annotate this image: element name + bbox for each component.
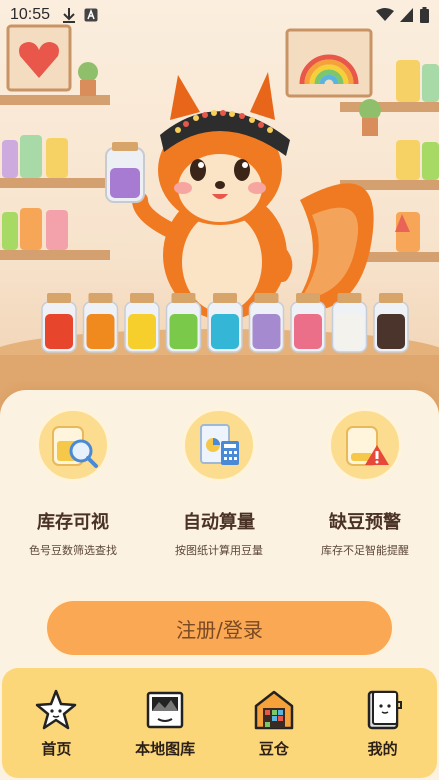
bead-jar (124, 293, 160, 353)
feature-inventory-badge (36, 408, 110, 482)
feature-subtitle: 库存不足智能提醒 (321, 544, 409, 557)
jar-search-icon (52, 426, 98, 468)
bottom-tab-bar: 首页 本地图库 豆仓 我的 (2, 668, 437, 778)
star-icon (36, 689, 77, 730)
feature-title: 缺豆预警 (329, 512, 401, 533)
feature-shortage-alert: 缺豆预警 库存不足智能提醒 (292, 408, 438, 558)
tab-home[interactable]: 首页 (6, 688, 106, 778)
register-login-button[interactable]: 注册/登录 (44, 598, 395, 658)
jar-row (41, 293, 409, 353)
bead-jar (290, 293, 326, 353)
tab-label: 我的 (367, 740, 398, 758)
feature-subtitle: 色号豆数筛选查找 (29, 544, 117, 557)
hero-illustration (0, 0, 439, 420)
tab-label: 豆仓 (258, 740, 289, 758)
download-icon (63, 8, 76, 23)
tab-label: 首页 (41, 740, 72, 758)
wifi-icon (376, 8, 394, 21)
feature-auto-calc: 自动算量 按图纸计算用豆量 (146, 408, 292, 558)
jar-warning-icon (346, 426, 389, 466)
notification-a-icon (84, 8, 98, 22)
feature-subtitle: 按图纸计算用豆量 (175, 544, 263, 557)
feature-shortage-alert-badge (328, 408, 402, 482)
feature-title: 自动算量 (183, 512, 255, 533)
tab-mine[interactable]: 我的 (333, 688, 433, 778)
bead-jar (41, 293, 77, 353)
battery-icon (420, 7, 429, 23)
tab-label: 本地图库 (135, 740, 196, 758)
bead-jar (331, 293, 368, 353)
heart-frame-icon (6, 24, 72, 92)
feature-title: 库存可视 (37, 512, 109, 533)
tab-bean-warehouse[interactable]: 豆仓 (224, 688, 324, 778)
tab-local-gallery[interactable]: 本地图库 (115, 688, 215, 778)
squirrel-mascot-icon (105, 72, 374, 320)
feature-auto-calc-badge (182, 408, 256, 482)
status-bar: 10:55 (0, 0, 439, 30)
bead-jar (165, 293, 202, 353)
gallery-icon (146, 691, 184, 729)
rainbow-frame-icon (285, 28, 373, 98)
bead-jar (82, 293, 119, 353)
bead-jar (207, 293, 243, 353)
bead-jar (248, 293, 285, 353)
hero-scene (0, 24, 439, 420)
profile-book-icon (367, 690, 402, 730)
warehouse-icon (254, 690, 294, 730)
feature-inventory: 库存可视 色号豆数筛选查找 (0, 408, 146, 558)
calculator-chart-icon (200, 424, 239, 465)
bead-jar (373, 293, 409, 353)
signal-icon (400, 8, 413, 22)
status-time: 10:55 (10, 6, 51, 23)
